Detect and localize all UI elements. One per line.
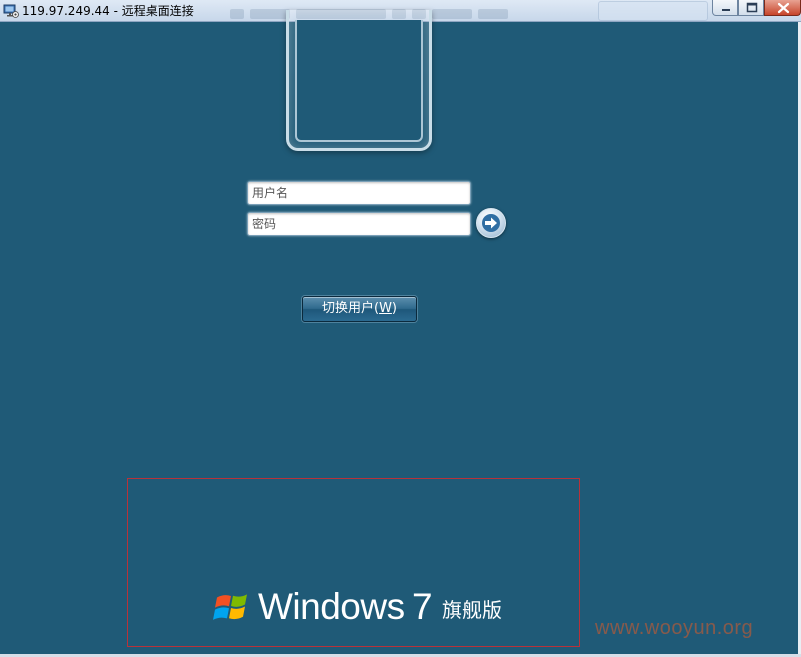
close-icon: [777, 2, 790, 14]
brand-product-name: Windows: [258, 586, 405, 627]
user-account-picture: [286, 10, 432, 151]
password-field[interactable]: [247, 212, 471, 236]
brand-edition: 旗舰版: [442, 598, 502, 622]
maximize-button[interactable]: [738, 0, 764, 16]
windows-flag-icon: [213, 594, 247, 620]
maximize-icon: [746, 2, 758, 13]
switch-user-suffix: ): [391, 301, 397, 316]
watermark: www.wooyun.org: [595, 617, 754, 639]
switch-user-button[interactable]: 切换用户(W): [302, 296, 417, 322]
remote-desktop-icon: [3, 4, 19, 18]
switch-user-mnemonic: W: [379, 301, 392, 316]
username-field[interactable]: [247, 181, 471, 205]
window-title: 119.97.249.44 - 远程桌面连接: [22, 4, 194, 18]
taskbar-ghost-tab: [598, 1, 708, 21]
minimize-icon: [722, 9, 730, 11]
remote-desktop-window: 119.97.249.44 - 远程桌面连接 用户名 切换用户(W) Windo…: [0, 0, 801, 657]
user-picture-frame: [295, 20, 423, 142]
close-button[interactable]: [764, 0, 801, 16]
brand-version: 7: [412, 586, 433, 627]
arrow-right-icon: [482, 214, 500, 232]
minimize-button[interactable]: [712, 0, 738, 16]
switch-user-label: 切换用户(: [321, 301, 380, 316]
login-submit-button[interactable]: [476, 208, 506, 238]
